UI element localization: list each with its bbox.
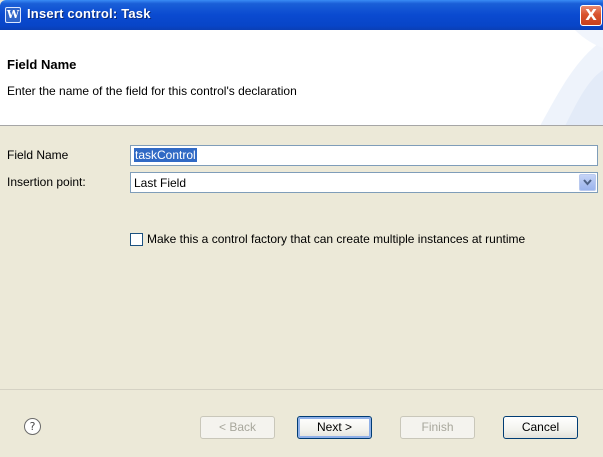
wizard-banner: Field Name Enter the name of the field f… — [0, 30, 603, 126]
factory-checkbox[interactable] — [130, 233, 143, 246]
next-button[interactable]: Next > — [297, 416, 372, 439]
finish-button[interactable]: Finish — [400, 416, 475, 439]
insertion-point-value: Last Field — [134, 176, 187, 190]
banner-description: Enter the name of the field for this con… — [7, 84, 297, 98]
back-button[interactable]: < Back — [200, 416, 275, 439]
factory-checkbox-label[interactable]: Make this a control factory that can cre… — [147, 232, 525, 246]
button-bar: ? < Back Next > Finish Cancel — [0, 389, 603, 457]
banner-title: Field Name — [7, 57, 77, 72]
form-area: Field Name taskControl Insertion point: … — [0, 127, 603, 389]
cancel-button[interactable]: Cancel — [503, 416, 578, 439]
dropdown-arrow-button[interactable] — [579, 174, 596, 191]
help-icon[interactable]: ? — [24, 418, 41, 435]
title-bar[interactable]: W Insert control: Task X — [0, 0, 603, 30]
dialog-window: W Insert control: Task X Field Name Ente… — [0, 0, 603, 457]
window-title: Insert control: Task — [27, 6, 151, 21]
insertion-point-label: Insertion point: — [7, 175, 86, 189]
field-name-value: taskControl — [134, 148, 197, 162]
close-button[interactable]: X — [580, 5, 602, 26]
app-logo-icon: W — [5, 7, 21, 23]
chevron-down-icon — [583, 179, 592, 186]
insertion-point-select[interactable]: Last Field — [130, 172, 598, 193]
field-name-label: Field Name — [7, 148, 69, 162]
field-name-input[interactable]: taskControl — [130, 145, 598, 166]
banner-decoration-icon — [540, 30, 603, 125]
